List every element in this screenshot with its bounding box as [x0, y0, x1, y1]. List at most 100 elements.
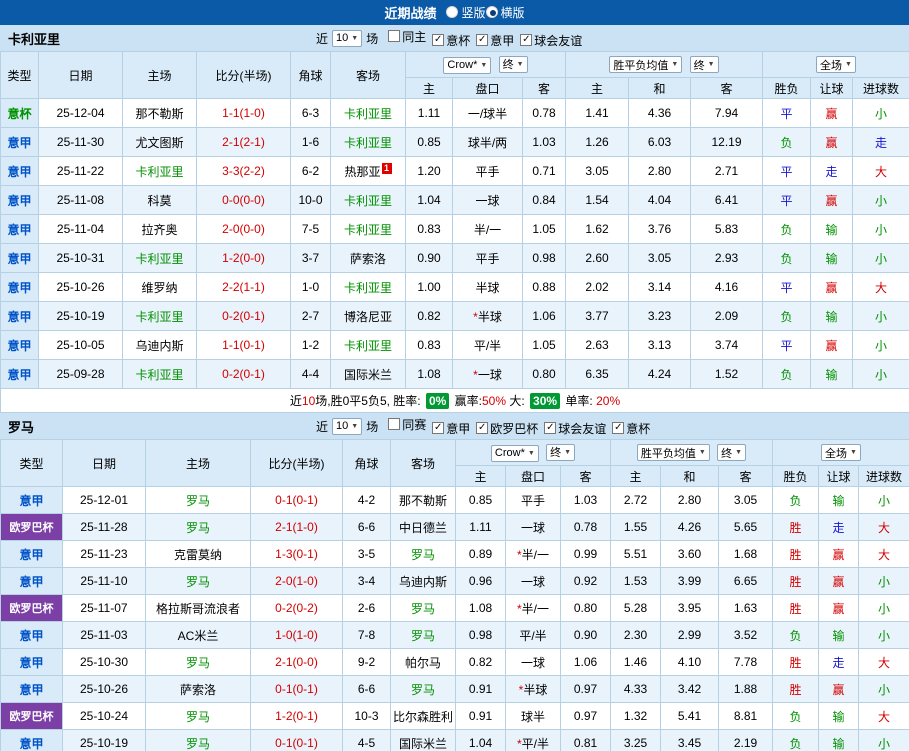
checked-checkbox-icon[interactable]: ✓ — [544, 422, 557, 434]
team-name-text: 卡利亚里 — [343, 135, 392, 150]
date-cell: 25-11-10 — [62, 567, 146, 595]
scope-select[interactable]: 全场 ▼ — [821, 444, 861, 461]
handicap-result-cell: 输 — [810, 243, 854, 273]
result-cell: 负 — [762, 301, 812, 331]
layout-radio-label: 横版 — [500, 5, 525, 20]
bookmaker-select[interactable]: Crow* ▼ — [443, 56, 492, 74]
checked-checkbox-icon[interactable]: ✓ — [432, 34, 445, 46]
match-count-select[interactable]: 10 ▼ — [332, 417, 363, 435]
layout-radio-option[interactable]: 竖版 — [446, 4, 486, 21]
match-row: 意甲 25-11-22 卡利亚里 3-3(2-2) 6-2 热那亚 1 1.20 平手 0.71 3… — [0, 156, 909, 186]
match-count-select[interactable]: 10 ▼ — [332, 29, 363, 47]
corner-cell: 6-2 — [290, 156, 331, 186]
avg-away-cell: 12.19 — [689, 127, 764, 157]
near-label: 近 — [316, 419, 329, 434]
avg-away-cell: 7.78 — [717, 648, 774, 676]
corner-cell: 3-7 — [290, 243, 331, 273]
summary-segment: 大: — [506, 394, 529, 408]
match-row: 意杯 25-12-04 那不勒斯 1-1(1-0) 6-3 卡利亚里 1.11 一/球半 0.7… — [0, 98, 909, 128]
away-team-cell: 国际米兰 — [330, 359, 406, 389]
matches-table: 类型 日期 主场 比分(半场) 角球 客场 Crow* ▼ 终 ▼ 胜平负均值 ▼ 终… — [0, 439, 909, 751]
avg-group-header: 胜平负均值 ▼ 终 ▼ — [564, 51, 764, 78]
final-odds-select[interactable]: 终 ▼ — [546, 443, 576, 461]
date-cell: 25-11-08 — [38, 185, 123, 215]
match-row: 意甲 25-10-26 维罗纳 2-2(1-1) 1-0 卡利亚里 1.00 半球 0.88 2.… — [0, 272, 909, 302]
score-cell: 1-3(0-1) — [250, 540, 343, 568]
corner-cell: 2-6 — [342, 594, 391, 622]
avg-home-cell: 5.28 — [610, 594, 661, 622]
away-team-cell: 卡利亚里 — [330, 214, 406, 244]
chevron-down-icon: ▼ — [516, 60, 524, 68]
result-cell: 平 — [762, 330, 812, 360]
chevron-down-icon: ▼ — [845, 61, 852, 68]
away-team-cell: 罗马 — [390, 621, 456, 649]
type-cell: 欧罗巴杯 — [0, 594, 63, 622]
score-cell: 1-1(1-0) — [196, 98, 291, 128]
filter-checkbox[interactable]: 同主 — [388, 28, 426, 45]
radio-icon[interactable] — [446, 6, 459, 19]
handicap-result-cell: 赢 — [810, 98, 854, 128]
checked-checkbox-icon[interactable]: ✓ — [432, 422, 445, 434]
handicap-result-cell: 赢 — [810, 330, 854, 360]
filter-checkbox[interactable]: 同赛 — [388, 416, 426, 433]
home-team-cell: 罗马 — [145, 729, 251, 751]
avg-draw-cell: 3.05 — [628, 243, 691, 273]
corner-cell: 6-3 — [290, 98, 331, 128]
radio-icon[interactable] — [485, 6, 498, 19]
type-cell: 意甲 — [0, 301, 39, 331]
filter-label: 同主 — [402, 29, 427, 44]
score-cell: 1-1(0-1) — [196, 330, 291, 360]
odds-home-cell: 1.11 — [405, 98, 453, 128]
filter-checkbox[interactable]: ✓ 球会友谊 — [520, 32, 582, 49]
team-name-text: 卡利亚里 — [135, 164, 184, 179]
team-name-text: 卡利亚里 — [135, 309, 184, 324]
type-cell: 意甲 — [0, 675, 63, 703]
layout-radio-option[interactable]: 横版 — [485, 4, 525, 21]
away-favorite-star: * — [518, 682, 524, 697]
avg-home-cell: 1.53 — [610, 567, 661, 595]
scope-select[interactable]: 全场 ▼ — [816, 56, 856, 73]
avg-select[interactable]: 胜平负均值 ▼ — [609, 56, 683, 73]
checked-checkbox-icon[interactable]: ✓ — [520, 34, 533, 46]
type-cell: 意甲 — [0, 621, 63, 649]
avg-away-cell: 1.63 — [717, 594, 774, 622]
result-cell: 负 — [762, 127, 812, 157]
filter-checkbox[interactable]: ✓ 意杯 — [612, 420, 650, 437]
odds-away-cell: 0.81 — [560, 729, 611, 751]
final-odds-select[interactable]: 终 ▼ — [498, 55, 528, 73]
type-cell: 意甲 — [0, 330, 39, 360]
filter-checkbox[interactable]: ✓ 球会友谊 — [544, 420, 606, 437]
avg-home-cell: 6.35 — [565, 359, 629, 389]
match-row: 意甲 25-10-31 卡利亚里 1-2(0-0) 3-7 萨索洛 0.90 平手 0.98 2.… — [0, 243, 909, 273]
goals-result-cell: 大 — [858, 648, 909, 676]
filter-checkbox[interactable]: ✓ 意甲 — [432, 420, 470, 437]
unchecked-checkbox-icon[interactable] — [388, 418, 401, 430]
score-cell: 3-3(2-2) — [196, 156, 291, 186]
bookmaker-select[interactable]: Crow* ▼ — [490, 444, 539, 462]
team-name-text: 乌迪内斯 — [135, 338, 184, 353]
chevron-down-icon: ▼ — [351, 34, 359, 42]
avg-draw-cell: 3.76 — [628, 214, 691, 244]
result-group-header: 全场 ▼ — [762, 51, 909, 78]
odds-home-cell: 0.90 — [405, 243, 453, 273]
away-team-cell: 博洛尼亚 — [330, 301, 406, 331]
score-cell: 0-2(0-1) — [196, 301, 291, 331]
goals-result-cell: 小 — [852, 359, 909, 389]
odds-away-cell: 1.05 — [522, 214, 566, 244]
away-team-cell: 热那亚 1 — [330, 156, 406, 186]
chevron-down-icon: ▼ — [564, 448, 572, 456]
checked-checkbox-icon[interactable]: ✓ — [476, 34, 489, 46]
checked-checkbox-icon[interactable]: ✓ — [612, 422, 625, 434]
team-name-text: 维罗纳 — [141, 280, 178, 295]
checked-checkbox-icon[interactable]: ✓ — [476, 422, 489, 434]
filter-checkbox[interactable]: ✓ 意甲 — [476, 32, 514, 49]
col-header-handicap-result: 让球 — [818, 465, 860, 487]
away-team-cell: 卡利亚里 — [330, 98, 406, 128]
unchecked-checkbox-icon[interactable] — [388, 30, 401, 42]
final-avg-select[interactable]: 终 ▼ — [689, 56, 719, 73]
avg-draw-cell: 2.99 — [660, 621, 719, 649]
avg-select[interactable]: 胜平负均值 ▼ — [636, 444, 710, 461]
filter-checkbox[interactable]: ✓ 意杯 — [432, 32, 470, 49]
filter-checkbox[interactable]: ✓ 欧罗巴杯 — [476, 420, 538, 437]
final-avg-select[interactable]: 终 ▼ — [717, 444, 747, 461]
